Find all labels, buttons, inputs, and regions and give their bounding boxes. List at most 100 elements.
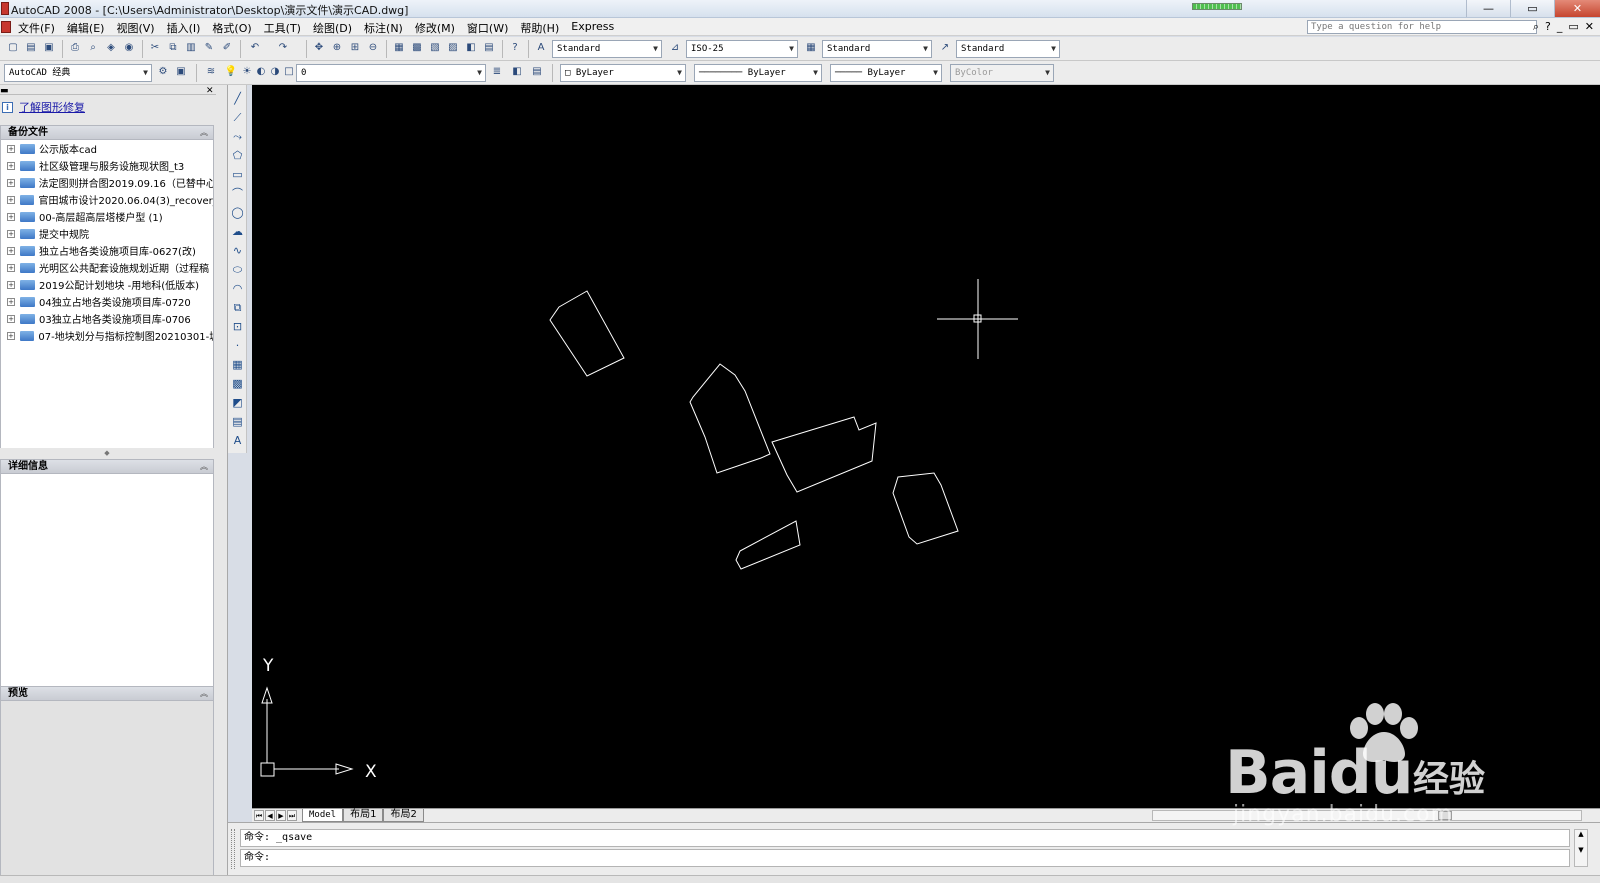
preview-header[interactable]: 预览 ︽ [0, 686, 214, 701]
menu-modify[interactable]: 修改(M) [415, 20, 455, 36]
workspace-select[interactable]: AutoCAD 经典 ▼ [4, 64, 152, 82]
markup-icon[interactable]: ◧ [464, 41, 478, 55]
region-icon[interactable]: ◩ [230, 395, 245, 410]
doc-restore-icon[interactable]: ▭ [1568, 20, 1578, 34]
list-item[interactable]: + 光明区公共配套设施规划近期（过程稿 [1, 259, 213, 276]
recover-info-link[interactable]: i 了解图形修复 [2, 99, 85, 115]
zoom-realtime-icon[interactable]: ⊕ [330, 41, 344, 55]
list-item[interactable]: + 提交中规院 [1, 225, 213, 242]
layer-lock-icon[interactable]: ◐ [254, 65, 268, 79]
circle-icon[interactable]: ◯ [230, 205, 245, 220]
tool-palettes-icon[interactable]: ▧ [428, 41, 442, 55]
list-item[interactable]: +2019公配计划地块 -用地科(低版本) [1, 276, 213, 293]
rectangle-icon[interactable]: ▭ [230, 167, 245, 182]
menu-express[interactable]: Express [571, 20, 614, 36]
gradient-icon[interactable]: ▩ [230, 376, 245, 391]
last-tab-icon[interactable]: ⏭ [287, 810, 297, 821]
recover-link-text[interactable]: 了解图形修复 [19, 99, 85, 115]
insert-block-icon[interactable]: ⧉ [230, 300, 245, 315]
list-item[interactable]: + 社区级管理与服务设施现状图_t3 [1, 157, 213, 174]
my-workspace-icon[interactable]: ▣ [174, 65, 188, 79]
tab-model[interactable]: Model [302, 809, 344, 822]
copy-icon[interactable]: ⧉ [166, 41, 180, 55]
menu-tools[interactable]: 工具(T) [264, 20, 301, 36]
backup-files-header[interactable]: 备份文件 ︽ [0, 125, 214, 140]
multileader-style-select[interactable]: Standard ▼ [956, 40, 1060, 58]
construction-line-icon[interactable]: ⟋ [230, 110, 245, 125]
save-icon[interactable]: ▣ [42, 41, 56, 55]
block-editor-icon[interactable]: ✐ [220, 41, 234, 55]
list-item[interactable]: + 独立占地各类设施项目库-0627(改) [1, 242, 213, 259]
make-current-layer-icon[interactable]: ≣ [490, 65, 504, 79]
match-properties-icon[interactable]: ✎ [202, 41, 216, 55]
document-icon[interactable] [1, 21, 11, 33]
lineweight-select[interactable]: ───── ByLayer ▼ [830, 64, 942, 82]
list-item[interactable]: +00-高层超高层塔楼户型 (1) [1, 208, 213, 225]
publish-icon[interactable]: ◈ [104, 41, 118, 55]
spline-icon[interactable]: ∿ [230, 243, 245, 258]
maximize-button[interactable]: ▭ [1510, 0, 1554, 17]
menu-dimension[interactable]: 标注(N) [364, 20, 403, 36]
layer-select[interactable]: 0 ▼ [296, 64, 486, 82]
layer-unlock-icon[interactable]: ◑ [268, 65, 282, 79]
point-icon[interactable]: · [230, 338, 245, 353]
help-toolbar-icon[interactable]: ? [508, 41, 522, 55]
menu-draw[interactable]: 绘图(D) [313, 20, 352, 36]
layer-states-icon[interactable]: ▤ [530, 65, 544, 79]
table-style-select[interactable]: Standard ▼ [822, 40, 932, 58]
table-style-icon[interactable]: ▦ [804, 41, 818, 55]
layer-thaw-icon[interactable]: ☀ [240, 65, 254, 79]
new-file-icon[interactable]: ▢ [6, 41, 20, 55]
panel-splitter[interactable]: ◆ [0, 448, 214, 458]
drawing-canvas[interactable]: Y X [252, 85, 1600, 808]
multiline-text-icon[interactable]: A [230, 433, 245, 448]
menu-view[interactable]: 视图(V) [116, 20, 154, 36]
open-file-icon[interactable]: ▤ [24, 41, 38, 55]
plot-preview-icon[interactable]: ⌕ [86, 41, 100, 55]
pan-icon[interactable]: ✥ [312, 41, 326, 55]
design-center-icon[interactable]: ▩ [410, 41, 424, 55]
line-icon[interactable]: ╱ [230, 91, 245, 106]
zoom-window-icon[interactable]: ⊞ [348, 41, 362, 55]
layer-previous-icon[interactable]: ◧ [510, 65, 524, 79]
menu-edit[interactable]: 编辑(E) [67, 20, 105, 36]
make-block-icon[interactable]: ⊡ [230, 319, 245, 334]
tab-layout2[interactable]: 布局2 [383, 809, 424, 822]
hatch-icon[interactable]: ▦ [230, 357, 245, 372]
undo-icon[interactable]: ↶ [248, 41, 262, 55]
calculator-icon[interactable]: ▤ [482, 41, 496, 55]
help-icon[interactable]: ? [1545, 20, 1551, 34]
arc-icon[interactable]: ⌒ [230, 186, 245, 201]
linetype-select[interactable]: ──────── ByLayer ▼ [694, 64, 822, 82]
polyline-icon[interactable]: ⤳ [230, 129, 245, 144]
command-scrollbar[interactable]: ▲ ▼ [1574, 829, 1588, 867]
list-item[interactable]: + 法定图则拼合图2019.09.16（已替中心 [1, 174, 213, 191]
3d-dwf-icon[interactable]: ◉ [122, 41, 136, 55]
cut-icon[interactable]: ✂ [148, 41, 162, 55]
close-button[interactable]: ✕ [1554, 0, 1600, 17]
plot-icon[interactable]: ⎙ [68, 41, 82, 55]
search-icon[interactable]: ⌕ [1533, 20, 1539, 34]
dim-style-select[interactable]: ISO-25 ▼ [686, 40, 798, 58]
command-input[interactable]: 命令: [240, 849, 1570, 867]
doc-close-icon[interactable]: ✕ [1585, 20, 1594, 34]
paste-icon[interactable]: ▥ [184, 41, 198, 55]
list-item[interactable]: + 公示版本cad [1, 140, 213, 157]
layer-color-icon[interactable]: □ [282, 65, 296, 79]
menu-format[interactable]: 格式(O) [212, 20, 251, 36]
sheet-set-icon[interactable]: ▨ [446, 41, 460, 55]
doc-minimize-icon[interactable]: _ [1557, 20, 1563, 34]
palette-autohide-icon[interactable]: ▬ [0, 86, 9, 96]
ellipse-arc-icon[interactable]: ◠ [230, 281, 245, 296]
minimize-button[interactable]: — [1466, 0, 1510, 17]
next-tab-icon[interactable]: ▶ [276, 810, 286, 821]
text-style-icon[interactable]: A [534, 41, 548, 55]
zoom-previous-icon[interactable]: ⊖ [366, 41, 380, 55]
multileader-style-icon[interactable]: ↗ [938, 41, 952, 55]
text-style-select[interactable]: Standard ▼ [552, 40, 662, 58]
drag-handle[interactable] [231, 829, 235, 869]
horizontal-scrollbar[interactable] [1152, 810, 1582, 821]
menu-help[interactable]: 帮助(H) [520, 20, 559, 36]
dim-style-icon[interactable]: ⊿ [668, 41, 682, 55]
help-search-input[interactable]: Type a question for help [1307, 20, 1537, 34]
